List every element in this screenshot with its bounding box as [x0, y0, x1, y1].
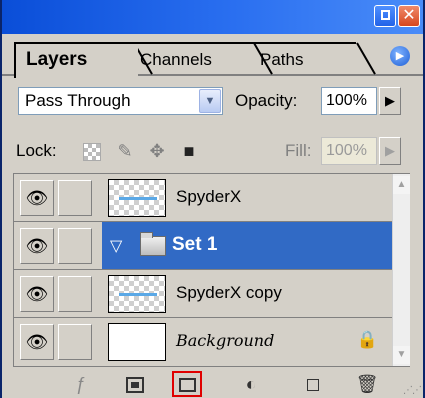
close-button[interactable]: ✕ — [398, 5, 420, 27]
eye-icon[interactable]: 👁 — [20, 180, 54, 216]
layer-thumbnail — [108, 179, 166, 217]
lock-all-icon[interactable]: ■ — [178, 140, 200, 162]
link-cell[interactable] — [58, 276, 92, 312]
opacity-field[interactable]: 100% — [321, 87, 377, 115]
tab-layers[interactable]: Layers — [14, 42, 138, 78]
fill-field[interactable]: 100% — [321, 137, 377, 165]
palette-toolbar: ƒ ◐ 🗑 ⋰⋰ — [2, 369, 423, 398]
new-layer-icon[interactable] — [298, 371, 328, 397]
fill-label: Fill: — [285, 141, 312, 160]
minimize-button[interactable] — [374, 5, 396, 27]
scroll-up-icon[interactable]: ▲ — [393, 176, 410, 194]
resize-grip-icon[interactable]: ⋰⋰ — [403, 385, 422, 396]
opacity-label: Opacity: — [235, 91, 298, 110]
opacity-slider-button[interactable]: ▶ — [379, 87, 401, 115]
palette-tabs: Paths Channels Layers ▶ — [2, 34, 423, 78]
layers-scrollbar[interactable]: ▲ ▼ — [392, 174, 410, 366]
link-cell[interactable] — [58, 180, 92, 216]
lock-position-icon[interactable]: ✥ — [146, 140, 168, 162]
layer-content[interactable]: SpyderX copy — [102, 270, 392, 317]
minimize-icon — [380, 10, 390, 20]
tab-paths[interactable]: Paths — [250, 42, 356, 76]
link-cell[interactable] — [58, 324, 92, 360]
layers-list: 👁 SpyderX 👁 ▽ Set 1 👁 SpyderX copy 👁 Bac… — [13, 173, 410, 367]
tab-edge — [356, 42, 376, 75]
layer-name: SpyderX — [176, 187, 242, 206]
blend-mode-value: Pass Through — [25, 91, 131, 110]
layer-row[interactable]: 👁 Background 🔒 — [14, 318, 392, 366]
fill-slider-button[interactable]: ▶ — [379, 137, 401, 165]
chevron-down-icon[interactable]: ▼ — [199, 89, 221, 113]
layer-content[interactable]: Background 🔒 — [102, 318, 392, 365]
layer-name: Set 1 — [172, 234, 218, 255]
eye-icon[interactable]: 👁 — [20, 276, 54, 312]
lock-label: Lock: — [16, 141, 57, 160]
layer-content[interactable]: SpyderX — [102, 174, 392, 221]
palette-titlebar[interactable]: ✕ — [2, 0, 423, 34]
blend-mode-select[interactable]: Pass Through ▼ — [18, 87, 223, 115]
layer-row[interactable]: 👁 SpyderX — [14, 174, 392, 222]
chevron-right-icon: ▶ — [385, 93, 395, 108]
layer-content[interactable]: ▽ Set 1 — [102, 222, 392, 269]
disclosure-triangle-icon[interactable]: ▽ — [110, 236, 122, 256]
layer-style-icon[interactable]: ƒ — [66, 371, 96, 397]
layers-palette: ✕ Paths Channels Layers ▶ Pass Through ▼… — [0, 0, 425, 398]
adjustment-layer-icon[interactable]: ◐ — [236, 371, 266, 397]
trash-icon[interactable]: 🗑 — [352, 371, 382, 397]
palette-menu-icon[interactable]: ▶ — [390, 46, 410, 66]
layer-name: SpyderX copy — [176, 283, 282, 302]
lock-icon: 🔒 — [356, 330, 378, 349]
add-mask-icon[interactable] — [120, 371, 150, 397]
link-cell[interactable] — [58, 228, 92, 264]
eye-icon[interactable]: 👁 — [20, 228, 54, 264]
new-set-icon[interactable] — [172, 371, 202, 397]
chevron-right-icon: ▶ — [385, 143, 395, 158]
layer-name: Background — [176, 331, 275, 350]
layer-thumbnail — [108, 275, 166, 313]
layer-row-selected[interactable]: 👁 ▽ Set 1 — [14, 222, 392, 270]
layer-row[interactable]: 👁 SpyderX copy — [14, 270, 392, 318]
layer-thumbnail — [108, 323, 166, 361]
eye-icon[interactable]: 👁 — [20, 324, 54, 360]
folder-icon — [140, 232, 166, 256]
lock-brush-icon[interactable]: ✎ — [114, 140, 136, 162]
scroll-down-icon[interactable]: ▼ — [393, 346, 410, 364]
lock-transparency-icon[interactable] — [83, 143, 101, 161]
